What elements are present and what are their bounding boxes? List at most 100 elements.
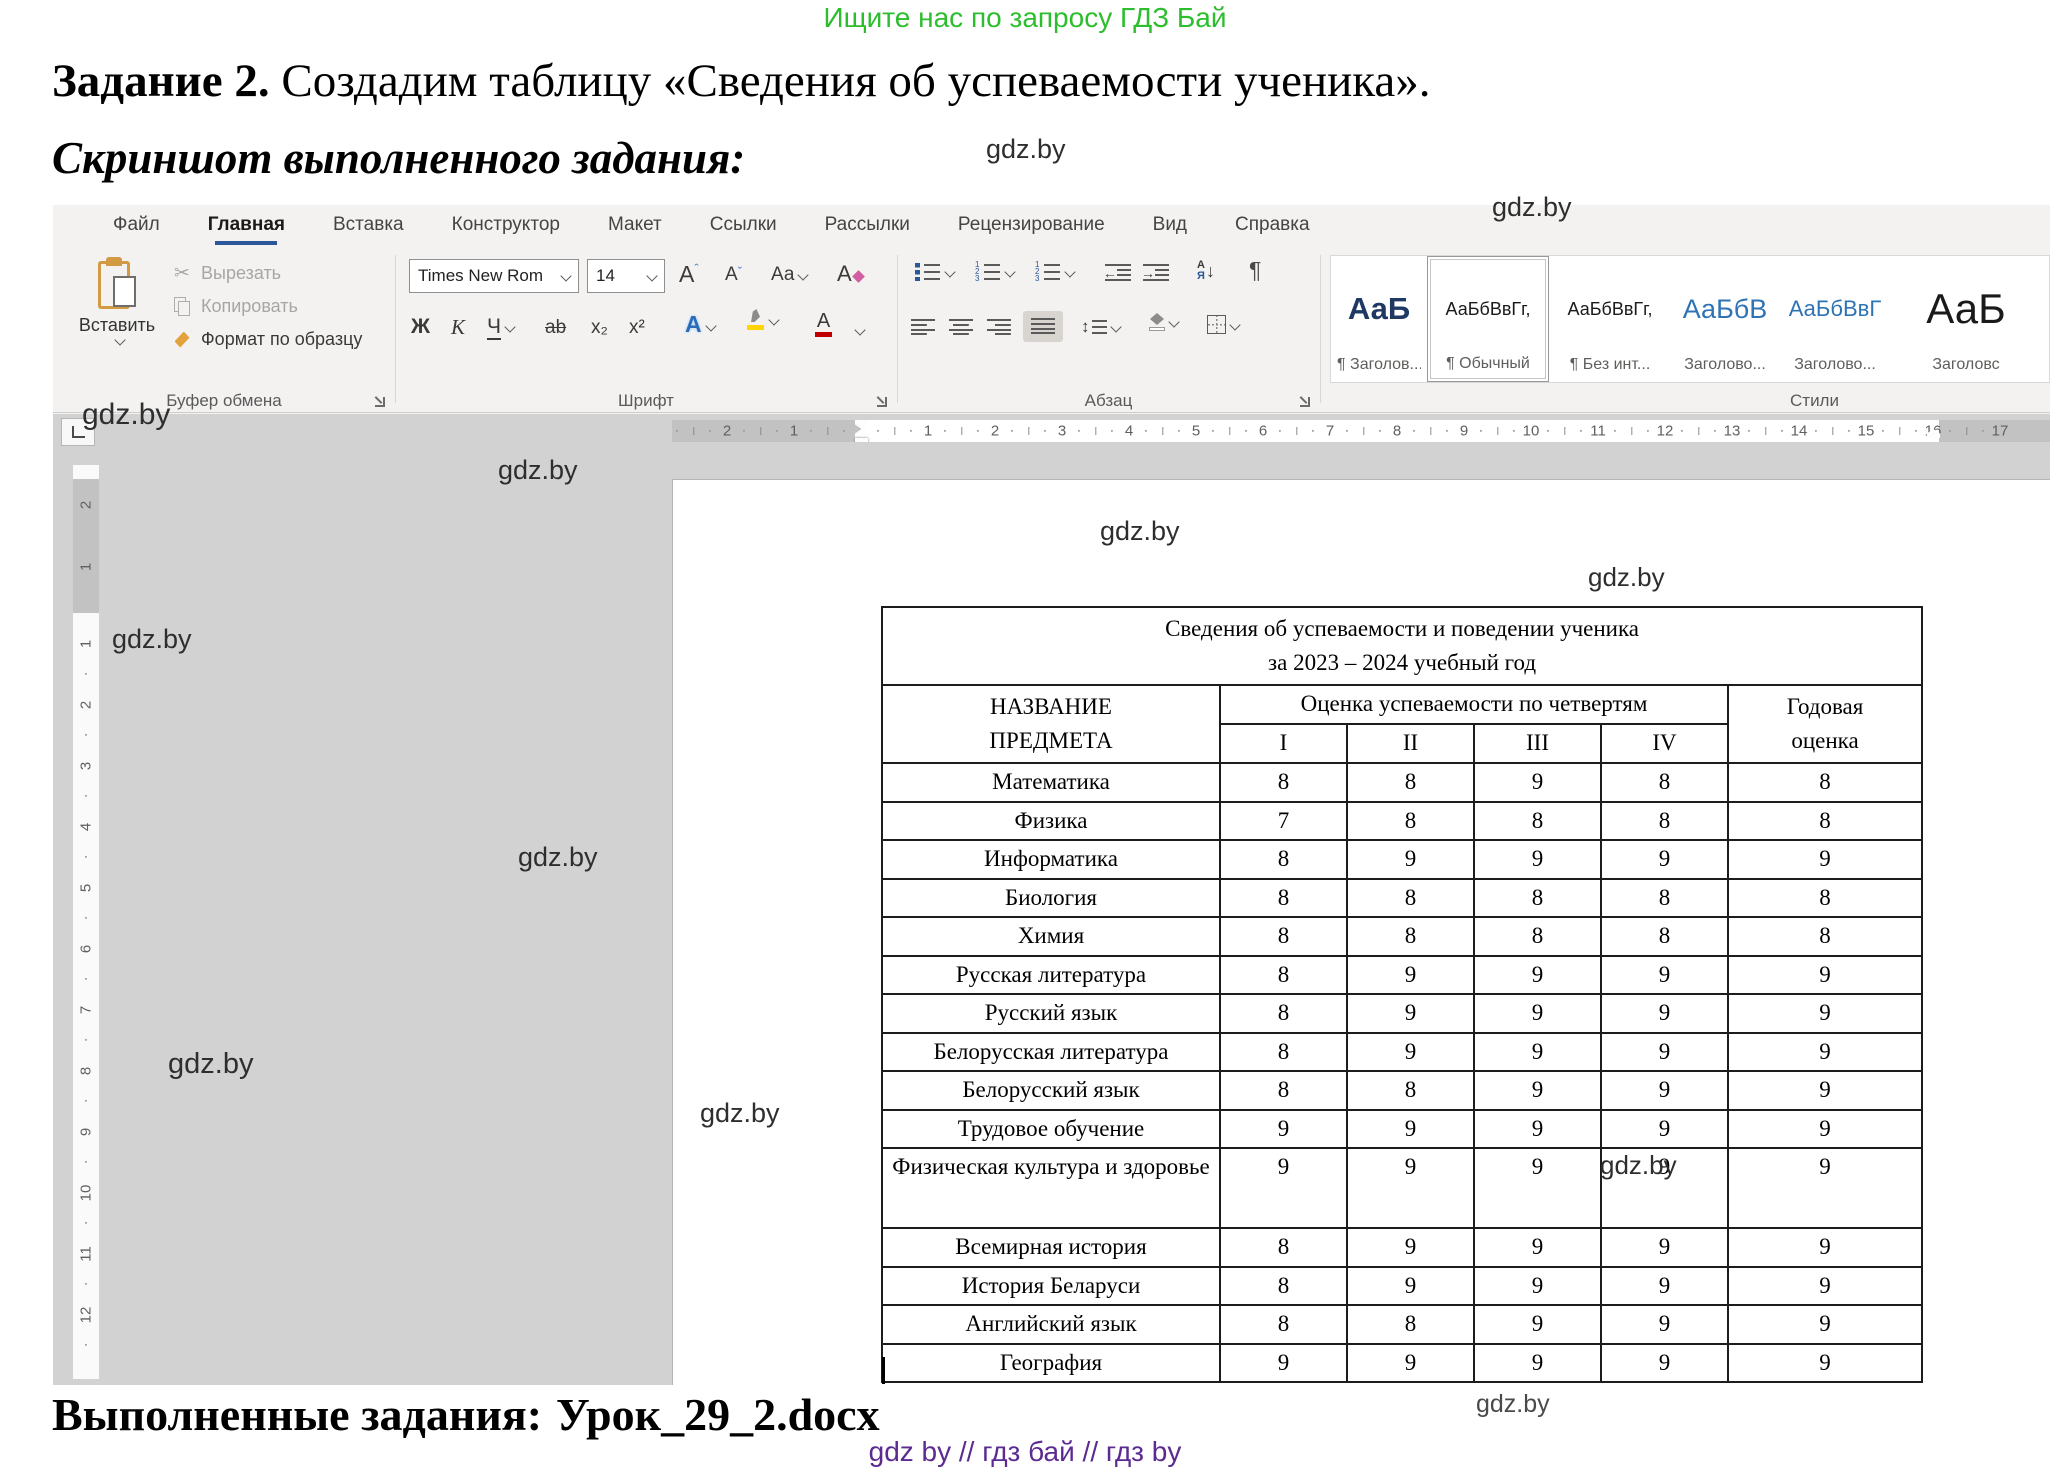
style-card-0[interactable]: АаБ¶ Заголов...: [1331, 256, 1427, 382]
grade-cell[interactable]: 8: [1220, 1033, 1347, 1072]
grade-cell[interactable]: 9: [1601, 994, 1728, 1033]
multilevel-list-button[interactable]: [1035, 263, 1074, 281]
dialog-launcher-icon[interactable]: [373, 395, 386, 408]
style-card-4[interactable]: АаБбВвГЗаголово...: [1779, 256, 1891, 382]
font-size-select[interactable]: 14: [587, 259, 665, 293]
grade-cell[interactable]: 8: [1474, 879, 1601, 918]
grade-cell[interactable]: 8: [1347, 1305, 1474, 1344]
justify-button[interactable]: [1023, 311, 1063, 342]
subject-cell[interactable]: Белорусская литература: [882, 1033, 1220, 1072]
highlight-button[interactable]: [747, 309, 778, 331]
subject-cell[interactable]: Физическая культура и здоровье: [882, 1148, 1220, 1228]
paste-button[interactable]: Вставить: [71, 253, 163, 385]
clear-formatting-button[interactable]: А: [837, 261, 863, 287]
line-spacing-button[interactable]: ↕: [1081, 317, 1120, 337]
year-grade-cell[interactable]: 8: [1728, 879, 1922, 918]
grade-cell[interactable]: 9: [1220, 1110, 1347, 1149]
grade-cell[interactable]: 8: [1220, 840, 1347, 879]
grade-cell[interactable]: 9: [1220, 1148, 1347, 1228]
grade-cell[interactable]: 8: [1220, 1305, 1347, 1344]
grade-cell[interactable]: 8: [1347, 763, 1474, 802]
align-left-button[interactable]: [911, 319, 935, 336]
sort-button[interactable]: АЯ↓: [1197, 260, 1215, 282]
grade-cell[interactable]: 8: [1220, 917, 1347, 956]
grade-cell[interactable]: 9: [1347, 956, 1474, 995]
grade-cell[interactable]: 9: [1474, 763, 1601, 802]
quarter-label[interactable]: II: [1347, 724, 1474, 763]
align-center-button[interactable]: [949, 319, 973, 336]
subject-cell[interactable]: Русская литература: [882, 956, 1220, 995]
quarter-label[interactable]: III: [1474, 724, 1601, 763]
grade-cell[interactable]: 8: [1220, 994, 1347, 1033]
decrease-indent-button[interactable]: ←: [1105, 264, 1131, 281]
font-color-chevron[interactable]: [851, 319, 864, 341]
grade-cell[interactable]: 9: [1601, 1033, 1728, 1072]
grade-cell[interactable]: 9: [1601, 1305, 1728, 1344]
grade-cell[interactable]: 8: [1601, 802, 1728, 841]
grade-cell[interactable]: 8: [1347, 802, 1474, 841]
subject-cell[interactable]: Математика: [882, 763, 1220, 802]
show-marks-button[interactable]: ¶: [1249, 257, 1261, 284]
font-family-select[interactable]: Times New Rom: [409, 259, 579, 293]
ribbon-tab-1[interactable]: Главная: [184, 205, 309, 247]
grade-cell[interactable]: 9: [1347, 840, 1474, 879]
text-effects-button[interactable]: А: [685, 311, 715, 338]
style-card-5[interactable]: АаБЗаголовс: [1891, 256, 2041, 382]
grade-cell[interactable]: 9: [1601, 840, 1728, 879]
year-grade-cell[interactable]: 9: [1728, 1110, 1922, 1149]
dialog-launcher-icon[interactable]: [1298, 395, 1311, 408]
grade-cell[interactable]: 8: [1220, 956, 1347, 995]
grade-cell[interactable]: 8: [1220, 1267, 1347, 1306]
grade-cell[interactable]: 9: [1601, 1071, 1728, 1110]
subject-cell[interactable]: Информатика: [882, 840, 1220, 879]
quarter-label[interactable]: I: [1220, 724, 1347, 763]
grade-cell[interactable]: 7: [1220, 802, 1347, 841]
grade-cell[interactable]: 8: [1347, 917, 1474, 956]
grade-cell[interactable]: 8: [1220, 763, 1347, 802]
grade-cell[interactable]: 9: [1601, 1228, 1728, 1267]
subject-cell[interactable]: Английский язык: [882, 1305, 1220, 1344]
quarter-label[interactable]: IV: [1601, 724, 1728, 763]
grade-cell[interactable]: 8: [1474, 802, 1601, 841]
format-painter-button[interactable]: Формат по образцу: [169, 323, 399, 356]
year-grade-cell[interactable]: 9: [1728, 1305, 1922, 1344]
grade-cell[interactable]: 8: [1347, 1071, 1474, 1110]
ribbon-tab-3[interactable]: Конструктор: [428, 205, 584, 247]
year-grade-cell[interactable]: 9: [1728, 1071, 1922, 1110]
grade-cell[interactable]: 9: [1347, 1267, 1474, 1306]
grade-cell[interactable]: 9: [1474, 1033, 1601, 1072]
year-grade-cell[interactable]: 9: [1728, 1148, 1922, 1228]
grade-cell[interactable]: 9: [1601, 1344, 1728, 1383]
year-grade-cell[interactable]: 9: [1728, 840, 1922, 879]
grade-cell[interactable]: 9: [1474, 1148, 1601, 1228]
borders-button[interactable]: [1207, 315, 1239, 334]
year-grade-cell[interactable]: 9: [1728, 1228, 1922, 1267]
year-grade-cell[interactable]: 9: [1728, 1344, 1922, 1383]
horizontal-ruler[interactable]: 3211234567891011121314151617: [672, 420, 2050, 442]
ribbon-tab-7[interactable]: Рецензирование: [934, 205, 1129, 247]
grade-cell[interactable]: 9: [1474, 1267, 1601, 1306]
bullet-list-button[interactable]: [915, 263, 954, 281]
grow-font-button[interactable]: Аˆ: [679, 261, 699, 288]
style-card-3[interactable]: АаБбВЗаголово...: [1671, 256, 1779, 382]
align-right-button[interactable]: [987, 319, 1011, 336]
grade-cell[interactable]: 9: [1347, 994, 1474, 1033]
document-page[interactable]: Сведения об успеваемости и поведении уче…: [672, 479, 2050, 1385]
grade-cell[interactable]: 9: [1474, 1344, 1601, 1383]
ribbon-tab-2[interactable]: Вставка: [309, 205, 428, 247]
grade-cell[interactable]: 9: [1347, 1110, 1474, 1149]
ribbon-tab-0[interactable]: Файл: [89, 205, 184, 247]
quarters-header[interactable]: Оценка успеваемости по четвертям: [1220, 685, 1728, 724]
style-card-2[interactable]: АаБбВвГг,¶ Без инт...: [1549, 256, 1671, 382]
subject-cell[interactable]: Биология: [882, 879, 1220, 918]
grade-cell[interactable]: 9: [1474, 840, 1601, 879]
ribbon-tab-9[interactable]: Справка: [1211, 205, 1334, 247]
shrink-font-button[interactable]: Аˇ: [725, 264, 742, 286]
style-card-1[interactable]: АаБбВвГг,¶ Обычный: [1427, 256, 1549, 382]
subject-column-header[interactable]: НАЗВАНИЕ ПРЕДМЕТА: [882, 685, 1220, 763]
subject-cell[interactable]: Белорусский язык: [882, 1071, 1220, 1110]
bold-button[interactable]: Ж: [411, 315, 430, 339]
subject-cell[interactable]: Русский язык: [882, 994, 1220, 1033]
font-color-button[interactable]: А: [815, 311, 832, 337]
grade-cell[interactable]: 9: [1601, 1110, 1728, 1149]
